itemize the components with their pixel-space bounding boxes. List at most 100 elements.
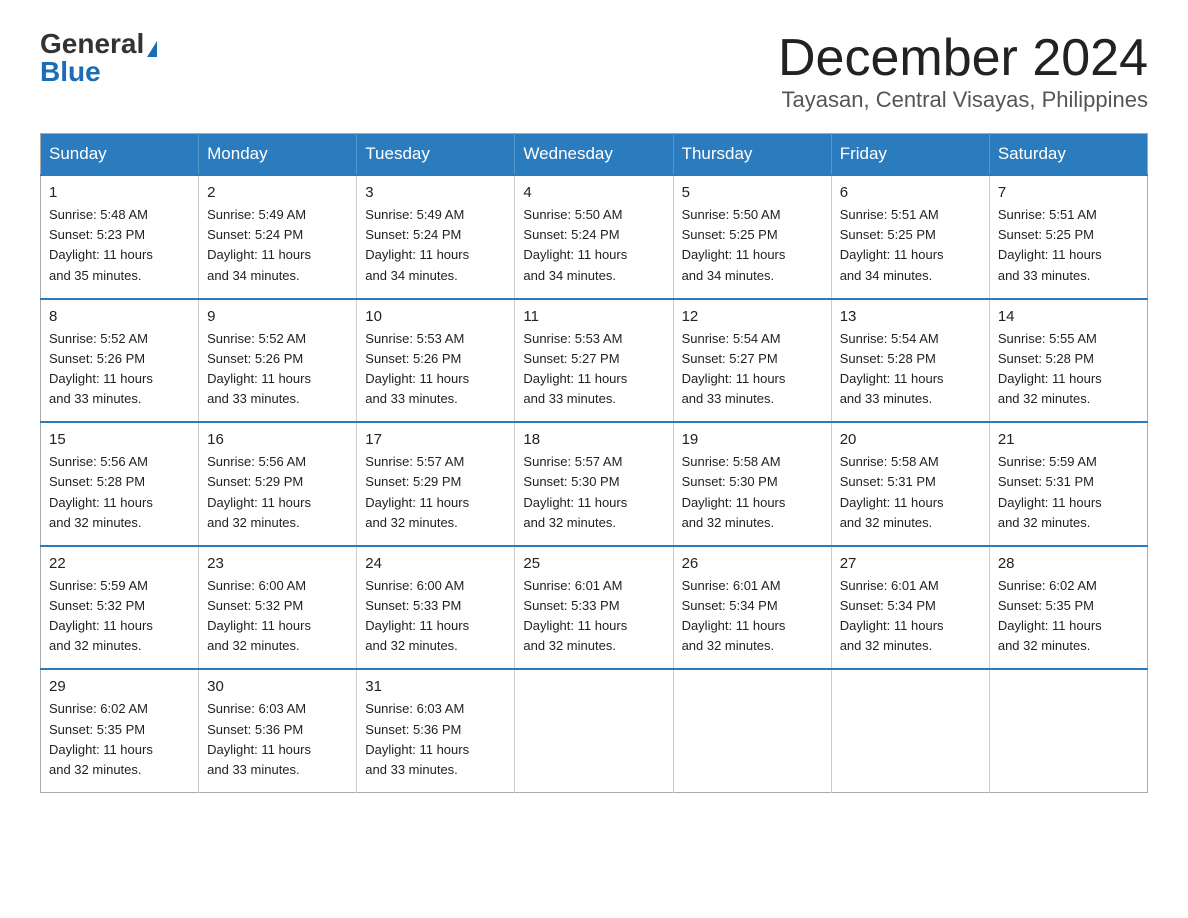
- day-info: Sunrise: 5:58 AMSunset: 5:30 PMDaylight:…: [682, 452, 823, 533]
- calendar-day-cell: 21 Sunrise: 5:59 AMSunset: 5:31 PMDaylig…: [989, 422, 1147, 546]
- calendar-day-cell: 2 Sunrise: 5:49 AMSunset: 5:24 PMDayligh…: [199, 175, 357, 299]
- day-info: Sunrise: 5:52 AMSunset: 5:26 PMDaylight:…: [207, 329, 348, 410]
- day-number: 8: [49, 308, 190, 325]
- calendar-week-row: 22 Sunrise: 5:59 AMSunset: 5:32 PMDaylig…: [41, 546, 1148, 670]
- calendar-day-cell: 19 Sunrise: 5:58 AMSunset: 5:30 PMDaylig…: [673, 422, 831, 546]
- calendar-day-cell: 8 Sunrise: 5:52 AMSunset: 5:26 PMDayligh…: [41, 299, 199, 423]
- calendar-day-cell: 25 Sunrise: 6:01 AMSunset: 5:33 PMDaylig…: [515, 546, 673, 670]
- day-number: 25: [523, 555, 664, 572]
- day-number: 28: [998, 555, 1139, 572]
- day-info: Sunrise: 5:50 AMSunset: 5:24 PMDaylight:…: [523, 205, 664, 286]
- day-number: 2: [207, 184, 348, 201]
- day-info: Sunrise: 6:02 AMSunset: 5:35 PMDaylight:…: [998, 576, 1139, 657]
- title-block: December 2024 Tayasan, Central Visayas, …: [778, 30, 1148, 113]
- day-number: 20: [840, 431, 981, 448]
- weekday-header-monday: Monday: [199, 134, 357, 176]
- calendar-day-cell: 22 Sunrise: 5:59 AMSunset: 5:32 PMDaylig…: [41, 546, 199, 670]
- day-info: Sunrise: 6:03 AMSunset: 5:36 PMDaylight:…: [365, 699, 506, 780]
- day-number: 12: [682, 308, 823, 325]
- day-info: Sunrise: 6:01 AMSunset: 5:33 PMDaylight:…: [523, 576, 664, 657]
- day-number: 16: [207, 431, 348, 448]
- day-number: 17: [365, 431, 506, 448]
- day-number: 13: [840, 308, 981, 325]
- weekday-header-saturday: Saturday: [989, 134, 1147, 176]
- calendar-day-cell: [673, 669, 831, 792]
- day-info: Sunrise: 5:56 AMSunset: 5:28 PMDaylight:…: [49, 452, 190, 533]
- calendar-day-cell: [515, 669, 673, 792]
- calendar-table: SundayMondayTuesdayWednesdayThursdayFrid…: [40, 133, 1148, 793]
- calendar-day-cell: 24 Sunrise: 6:00 AMSunset: 5:33 PMDaylig…: [357, 546, 515, 670]
- calendar-day-cell: 28 Sunrise: 6:02 AMSunset: 5:35 PMDaylig…: [989, 546, 1147, 670]
- calendar-week-row: 8 Sunrise: 5:52 AMSunset: 5:26 PMDayligh…: [41, 299, 1148, 423]
- day-number: 27: [840, 555, 981, 572]
- day-number: 4: [523, 184, 664, 201]
- day-info: Sunrise: 5:49 AMSunset: 5:24 PMDaylight:…: [365, 205, 506, 286]
- day-info: Sunrise: 5:59 AMSunset: 5:31 PMDaylight:…: [998, 452, 1139, 533]
- weekday-header-wednesday: Wednesday: [515, 134, 673, 176]
- calendar-day-cell: 7 Sunrise: 5:51 AMSunset: 5:25 PMDayligh…: [989, 175, 1147, 299]
- day-info: Sunrise: 5:54 AMSunset: 5:28 PMDaylight:…: [840, 329, 981, 410]
- day-number: 15: [49, 431, 190, 448]
- day-info: Sunrise: 5:57 AMSunset: 5:30 PMDaylight:…: [523, 452, 664, 533]
- calendar-day-cell: 6 Sunrise: 5:51 AMSunset: 5:25 PMDayligh…: [831, 175, 989, 299]
- day-number: 7: [998, 184, 1139, 201]
- day-info: Sunrise: 5:56 AMSunset: 5:29 PMDaylight:…: [207, 452, 348, 533]
- day-info: Sunrise: 6:00 AMSunset: 5:32 PMDaylight:…: [207, 576, 348, 657]
- day-info: Sunrise: 6:03 AMSunset: 5:36 PMDaylight:…: [207, 699, 348, 780]
- day-info: Sunrise: 5:52 AMSunset: 5:26 PMDaylight:…: [49, 329, 190, 410]
- calendar-day-cell: [989, 669, 1147, 792]
- calendar-day-cell: 26 Sunrise: 6:01 AMSunset: 5:34 PMDaylig…: [673, 546, 831, 670]
- calendar-day-cell: 27 Sunrise: 6:01 AMSunset: 5:34 PMDaylig…: [831, 546, 989, 670]
- logo-triangle-icon: [147, 41, 157, 57]
- day-number: 30: [207, 678, 348, 695]
- calendar-day-cell: 9 Sunrise: 5:52 AMSunset: 5:26 PMDayligh…: [199, 299, 357, 423]
- day-number: 31: [365, 678, 506, 695]
- calendar-day-cell: 23 Sunrise: 6:00 AMSunset: 5:32 PMDaylig…: [199, 546, 357, 670]
- day-number: 23: [207, 555, 348, 572]
- calendar-day-cell: 15 Sunrise: 5:56 AMSunset: 5:28 PMDaylig…: [41, 422, 199, 546]
- calendar-day-cell: 29 Sunrise: 6:02 AMSunset: 5:35 PMDaylig…: [41, 669, 199, 792]
- location-subtitle: Tayasan, Central Visayas, Philippines: [778, 87, 1148, 113]
- calendar-day-cell: 14 Sunrise: 5:55 AMSunset: 5:28 PMDaylig…: [989, 299, 1147, 423]
- calendar-day-cell: 3 Sunrise: 5:49 AMSunset: 5:24 PMDayligh…: [357, 175, 515, 299]
- calendar-day-cell: 20 Sunrise: 5:58 AMSunset: 5:31 PMDaylig…: [831, 422, 989, 546]
- day-info: Sunrise: 5:49 AMSunset: 5:24 PMDaylight:…: [207, 205, 348, 286]
- day-info: Sunrise: 6:02 AMSunset: 5:35 PMDaylight:…: [49, 699, 190, 780]
- day-number: 3: [365, 184, 506, 201]
- day-number: 24: [365, 555, 506, 572]
- day-info: Sunrise: 6:00 AMSunset: 5:33 PMDaylight:…: [365, 576, 506, 657]
- day-number: 22: [49, 555, 190, 572]
- day-info: Sunrise: 5:54 AMSunset: 5:27 PMDaylight:…: [682, 329, 823, 410]
- day-info: Sunrise: 5:48 AMSunset: 5:23 PMDaylight:…: [49, 205, 190, 286]
- calendar-week-row: 29 Sunrise: 6:02 AMSunset: 5:35 PMDaylig…: [41, 669, 1148, 792]
- logo-blue-text: Blue: [40, 58, 101, 86]
- calendar-day-cell: 13 Sunrise: 5:54 AMSunset: 5:28 PMDaylig…: [831, 299, 989, 423]
- calendar-day-cell: 1 Sunrise: 5:48 AMSunset: 5:23 PMDayligh…: [41, 175, 199, 299]
- calendar-day-cell: 11 Sunrise: 5:53 AMSunset: 5:27 PMDaylig…: [515, 299, 673, 423]
- day-info: Sunrise: 5:50 AMSunset: 5:25 PMDaylight:…: [682, 205, 823, 286]
- day-info: Sunrise: 5:57 AMSunset: 5:29 PMDaylight:…: [365, 452, 506, 533]
- day-info: Sunrise: 5:53 AMSunset: 5:27 PMDaylight:…: [523, 329, 664, 410]
- calendar-day-cell: 12 Sunrise: 5:54 AMSunset: 5:27 PMDaylig…: [673, 299, 831, 423]
- calendar-week-row: 15 Sunrise: 5:56 AMSunset: 5:28 PMDaylig…: [41, 422, 1148, 546]
- calendar-day-cell: 17 Sunrise: 5:57 AMSunset: 5:29 PMDaylig…: [357, 422, 515, 546]
- calendar-header-row: SundayMondayTuesdayWednesdayThursdayFrid…: [41, 134, 1148, 176]
- calendar-day-cell: 4 Sunrise: 5:50 AMSunset: 5:24 PMDayligh…: [515, 175, 673, 299]
- day-number: 9: [207, 308, 348, 325]
- month-title: December 2024: [778, 30, 1148, 87]
- day-number: 11: [523, 308, 664, 325]
- calendar-day-cell: 16 Sunrise: 5:56 AMSunset: 5:29 PMDaylig…: [199, 422, 357, 546]
- day-info: Sunrise: 6:01 AMSunset: 5:34 PMDaylight:…: [682, 576, 823, 657]
- day-number: 26: [682, 555, 823, 572]
- weekday-header-friday: Friday: [831, 134, 989, 176]
- day-number: 6: [840, 184, 981, 201]
- page-header: General Blue December 2024 Tayasan, Cent…: [40, 30, 1148, 113]
- logo-general-text: General: [40, 30, 157, 58]
- day-number: 10: [365, 308, 506, 325]
- calendar-day-cell: 18 Sunrise: 5:57 AMSunset: 5:30 PMDaylig…: [515, 422, 673, 546]
- day-info: Sunrise: 5:59 AMSunset: 5:32 PMDaylight:…: [49, 576, 190, 657]
- day-number: 21: [998, 431, 1139, 448]
- weekday-header-sunday: Sunday: [41, 134, 199, 176]
- day-number: 19: [682, 431, 823, 448]
- day-number: 1: [49, 184, 190, 201]
